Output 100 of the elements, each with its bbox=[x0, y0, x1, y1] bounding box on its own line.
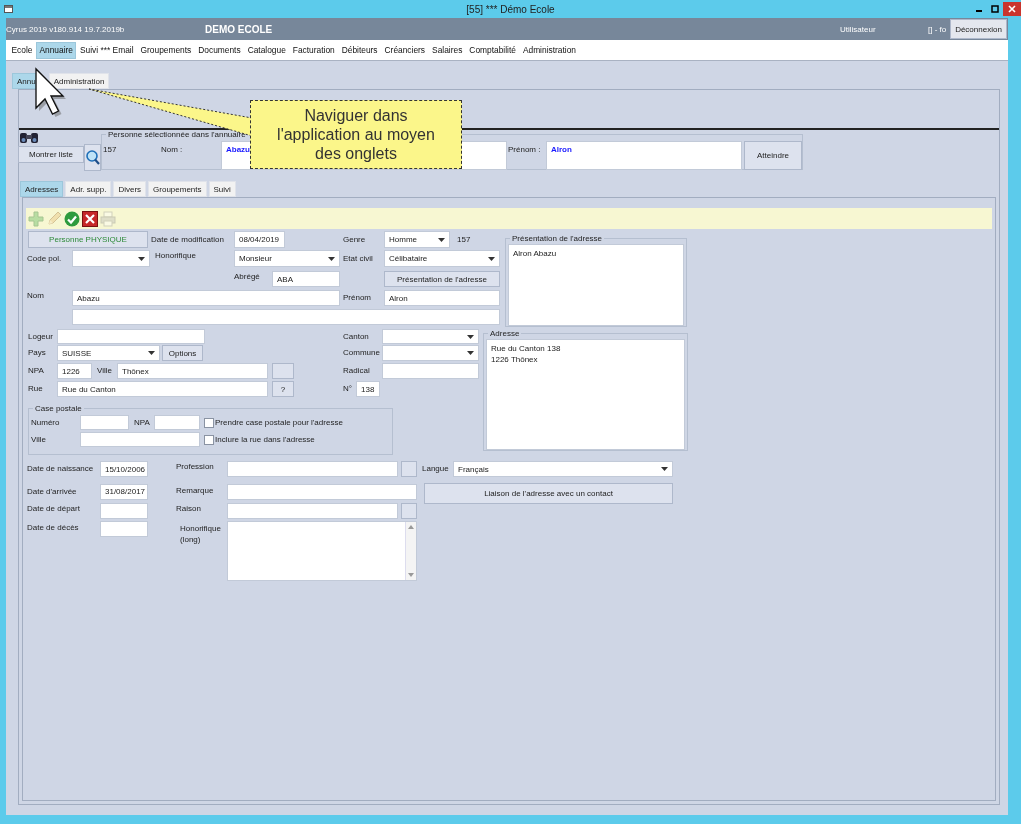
field-label: Nom bbox=[27, 291, 45, 301]
dropdown[interactable] bbox=[382, 345, 479, 361]
field-label: Honorifique bbox=[155, 251, 197, 261]
field-label: Profession bbox=[176, 462, 215, 472]
window-title: [55] *** Démo Ecole bbox=[465, 3, 556, 15]
person-number: 157 bbox=[457, 234, 472, 245]
caret-icon bbox=[328, 256, 335, 261]
school-name: DEMO ECOLE bbox=[205, 23, 274, 35]
field-label: Pays bbox=[28, 348, 47, 358]
input-field[interactable] bbox=[80, 415, 129, 430]
group-label: Présentation de l'adresse bbox=[511, 234, 604, 243]
contact-link-button[interactable]: Liaison de l'adresse avec un contact bbox=[424, 483, 673, 504]
input-field[interactable] bbox=[154, 415, 200, 430]
group-label: Personne sélectionnée dans l'annuaire bbox=[107, 130, 247, 139]
text-area[interactable]: Rue du Canton 138 1226 Thônex bbox=[486, 339, 685, 450]
field-label: Logeur bbox=[28, 331, 54, 342]
picker-button[interactable] bbox=[401, 503, 417, 519]
scroll-down-icon bbox=[408, 573, 414, 577]
show-list-button[interactable]: Montrer liste bbox=[18, 146, 84, 163]
field-label: NPA bbox=[28, 366, 45, 376]
address-presentation-button[interactable]: Présentation de l'adresse bbox=[384, 271, 500, 287]
field-label: NPA bbox=[134, 417, 151, 428]
field-label: Rue bbox=[28, 384, 44, 394]
dropdown[interactable]: Célibataire bbox=[384, 250, 500, 267]
caret-icon bbox=[138, 256, 145, 261]
picker-button[interactable] bbox=[401, 461, 417, 477]
input-field[interactable]: Rue du Canton bbox=[57, 381, 268, 397]
tab[interactable]: Administration bbox=[48, 73, 110, 89]
dropdown[interactable] bbox=[382, 329, 479, 344]
menu-item[interactable]: Annuaire bbox=[35, 41, 77, 59]
caret-icon bbox=[467, 351, 474, 355]
checkbox[interactable] bbox=[204, 434, 214, 445]
options-button[interactable]: Options bbox=[162, 345, 203, 361]
field-label: Langue bbox=[422, 464, 450, 474]
field-label: Commune bbox=[343, 348, 381, 358]
dropdown[interactable]: Français bbox=[453, 461, 673, 477]
version-text: Cyrus 2019 v180.914 19.7.2019b bbox=[6, 24, 126, 34]
input-field[interactable]: Alron bbox=[546, 141, 742, 170]
field-label: Raison bbox=[176, 504, 202, 514]
person-id: 157 bbox=[103, 145, 118, 155]
binoculars-icon bbox=[20, 131, 38, 144]
field-label: Numéro bbox=[31, 417, 61, 428]
caret-icon bbox=[148, 351, 155, 355]
tab[interactable]: Divers bbox=[113, 181, 147, 197]
group-label: Case postale bbox=[34, 404, 83, 413]
input-field[interactable]: 08/04/2019 bbox=[234, 231, 285, 248]
close-button[interactable] bbox=[1003, 2, 1021, 16]
dropdown[interactable]: Homme bbox=[384, 231, 450, 248]
input-field[interactable]: ABA bbox=[272, 271, 340, 287]
tab[interactable]: Adresses bbox=[20, 181, 64, 197]
input-field[interactable]: 15/10/2006 bbox=[100, 461, 148, 477]
text-area[interactable]: Alron Abazu bbox=[508, 244, 684, 326]
logout-button[interactable]: Déconnexion bbox=[950, 19, 1007, 39]
close-icon bbox=[1008, 5, 1016, 13]
picker-button[interactable] bbox=[272, 363, 294, 379]
field-label: Date de modification bbox=[151, 234, 225, 245]
input-field[interactable]: 1226 bbox=[57, 363, 92, 379]
input-field[interactable]: 31/08/2017 bbox=[100, 483, 148, 500]
input-field[interactable] bbox=[227, 461, 398, 477]
search-button[interactable] bbox=[84, 144, 101, 171]
dropdown[interactable]: SUISSE bbox=[57, 345, 160, 361]
help-button[interactable]: ? bbox=[272, 381, 294, 397]
cancel-icon[interactable] bbox=[82, 210, 98, 227]
input-field[interactable] bbox=[227, 483, 417, 500]
check-icon[interactable] bbox=[64, 210, 80, 227]
input-field[interactable] bbox=[227, 503, 398, 519]
user-label: Utilisateur bbox=[840, 24, 877, 34]
tab[interactable]: Adr. supp. bbox=[65, 181, 112, 197]
dropdown[interactable]: Monsieur bbox=[234, 250, 340, 267]
user-name: [] - fo bbox=[928, 24, 948, 34]
field-label: Ville bbox=[31, 434, 47, 445]
tab[interactable]: Suivi bbox=[208, 181, 236, 197]
field-label: Abrégé bbox=[234, 272, 261, 282]
dropdown[interactable] bbox=[72, 250, 150, 267]
input-field[interactable]: 138 bbox=[356, 381, 380, 397]
field-label: N° bbox=[343, 384, 353, 394]
field-label: Date de décès bbox=[27, 523, 80, 533]
input-field[interactable] bbox=[72, 309, 500, 325]
input-field[interactable] bbox=[80, 432, 200, 447]
go-button[interactable]: Atteindre bbox=[744, 141, 802, 170]
text-area[interactable] bbox=[227, 521, 417, 581]
person-type-button[interactable]: Personne PHYSIQUE bbox=[28, 231, 148, 248]
window-icon bbox=[4, 5, 13, 13]
input-field[interactable]: Thônex bbox=[117, 363, 268, 379]
field-label: Prénom : bbox=[508, 145, 542, 155]
caret-icon bbox=[438, 237, 445, 242]
field-label: Date de départ bbox=[27, 504, 81, 514]
scroll-up-icon bbox=[408, 525, 414, 529]
input-field[interactable]: Abazu bbox=[72, 290, 340, 306]
tab[interactable]: Groupements bbox=[148, 181, 207, 197]
checkbox[interactable] bbox=[204, 417, 214, 428]
search-icon bbox=[85, 149, 100, 166]
input-field[interactable] bbox=[100, 521, 148, 537]
input-field[interactable] bbox=[100, 503, 148, 519]
input-field[interactable] bbox=[57, 329, 205, 344]
scrollbar[interactable] bbox=[405, 522, 416, 580]
field-label: Ville bbox=[97, 366, 113, 376]
input-field[interactable]: Alron bbox=[384, 290, 500, 306]
field-label: Radical bbox=[343, 366, 371, 376]
input-field[interactable] bbox=[382, 363, 479, 379]
